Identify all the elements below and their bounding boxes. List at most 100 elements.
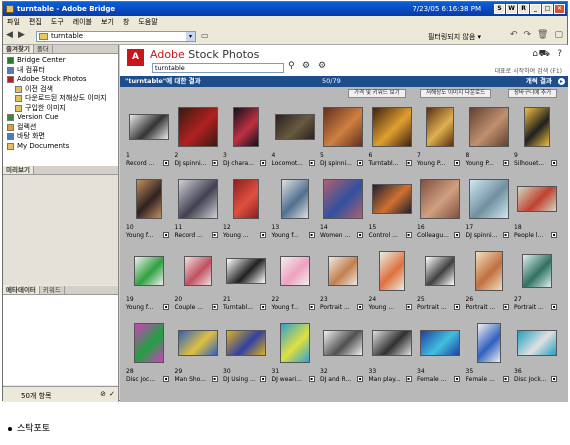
thumbnail-frame[interactable]	[369, 176, 415, 222]
new-folder-icon[interactable]: ▢	[554, 30, 563, 40]
key-r-button[interactable]: R	[518, 4, 529, 14]
thumbnail-item[interactable]: 14 Women ... ▪	[320, 176, 366, 249]
stop-icon[interactable]: ⊘	[100, 390, 106, 398]
menu-item[interactable]: 도구	[51, 17, 64, 27]
thumbnail-frame[interactable]	[466, 176, 512, 222]
keyboard-button[interactable]: W	[506, 4, 517, 14]
thumbnail-frame[interactable]	[417, 320, 463, 366]
thumbnail-item[interactable]: 31 DJ weari... ▪	[272, 320, 318, 393]
thumbnail-image[interactable]	[280, 179, 309, 219]
settings-icon[interactable]: ⚙	[318, 61, 326, 71]
thumbnail-item[interactable]: 21 Turntabl... ▪	[223, 248, 269, 321]
thumbnail-item[interactable]: 6 Turntabl... ▪	[369, 104, 415, 177]
tab-metadata[interactable]: 메타데이터	[3, 286, 40, 294]
thumbnail-frame[interactable]	[466, 104, 512, 150]
back-icon[interactable]: ◀	[6, 30, 13, 41]
thumbnail-image[interactable]	[371, 107, 412, 147]
thumbnail-frame[interactable]	[126, 248, 172, 294]
thumbnail-frame[interactable]	[514, 104, 560, 150]
thumbnail-frame[interactable]	[514, 176, 560, 222]
maximize-button[interactable]: □	[542, 4, 553, 14]
thumbnail-image[interactable]	[476, 323, 501, 363]
stock-search-input[interactable]: turntable	[152, 63, 284, 73]
menu-item[interactable]: 파일	[7, 17, 20, 27]
thumbnail-frame[interactable]	[175, 176, 221, 222]
thumbnail-item[interactable]: 20 Couple ... ▪	[175, 248, 221, 321]
thumbnail-image[interactable]	[517, 330, 557, 356]
thumbnail-image[interactable]	[177, 330, 218, 356]
thumbnail-image[interactable]	[279, 256, 310, 286]
favorite-item[interactable]: 컬렉션	[3, 123, 118, 133]
home-icon[interactable]: ⌂	[532, 49, 538, 59]
thumbnail-image[interactable]	[426, 107, 454, 147]
favorite-item[interactable]: Version Cue	[3, 113, 118, 123]
thumbnail-image[interactable]	[371, 184, 412, 214]
thumbnail-item[interactable]: 33 Man play... ▪	[369, 320, 415, 393]
thumbnail-frame[interactable]	[320, 104, 366, 150]
favorite-item[interactable]: Adobe Stock Photos	[3, 75, 118, 85]
thumbnail-frame[interactable]	[272, 176, 318, 222]
thumbnail-item[interactable]: 23 Portrait ... ▪	[320, 248, 366, 321]
thumbnail-image[interactable]	[226, 330, 266, 356]
thumbnail-image[interactable]	[177, 107, 218, 147]
thumbnail-item[interactable]: 26 Portrait ... ▪	[466, 248, 512, 321]
favorite-item[interactable]: 구입한 이미지	[3, 104, 118, 114]
next-results-link[interactable]: 개씩 결과	[526, 76, 552, 87]
thumbnail-image[interactable]	[233, 179, 259, 219]
thumbnail-frame[interactable]	[223, 176, 269, 222]
next-arrow-icon[interactable]: ▸	[558, 78, 565, 85]
thumbnail-frame[interactable]	[320, 248, 366, 294]
thumbnail-frame[interactable]	[223, 248, 269, 294]
favorite-item[interactable]: 내 컴퓨터	[3, 66, 118, 76]
menu-item[interactable]: 편집	[29, 17, 42, 27]
thumbnail-frame[interactable]	[369, 248, 415, 294]
forward-icon[interactable]: ▶	[18, 30, 25, 41]
thumbnail-item[interactable]: 2 DJ spinni... ▪	[175, 104, 221, 177]
menu-item[interactable]: 레이블	[73, 17, 92, 27]
thumbnail-image[interactable]	[177, 179, 218, 219]
thumbnail-frame[interactable]	[369, 320, 415, 366]
thumbnail-image[interactable]	[425, 256, 455, 286]
trash-icon[interactable]: 🗑	[537, 30, 548, 40]
thumbnail-item[interactable]: 29 Man Sho... ▪	[175, 320, 221, 393]
favorite-item[interactable]: 이전 검색	[3, 85, 118, 95]
thumbnail-item[interactable]: 5 DJ spinni... ▪	[320, 104, 366, 177]
thumbnail-image[interactable]	[134, 323, 164, 363]
view-price-button[interactable]: 가격 및 키워드 보기	[348, 89, 406, 98]
rotate-left-icon[interactable]: ↶	[510, 30, 518, 40]
minimize-button[interactable]: _	[530, 4, 541, 14]
thumbnail-frame[interactable]	[369, 104, 415, 150]
thumbnail-item[interactable]: 32 DJ and R... ▪	[320, 320, 366, 393]
thumbnail-frame[interactable]	[320, 176, 366, 222]
filter-dropdown[interactable]: 필터링되지 않음 ▾	[428, 32, 481, 42]
thumbnail-item[interactable]: 3 DJ chara... ▪	[223, 104, 269, 177]
thumbnail-item[interactable]: 13 Young f... ▪	[272, 176, 318, 249]
thumbnail-image[interactable]	[468, 179, 509, 219]
thumbnail-frame[interactable]	[466, 248, 512, 294]
thumbnail-frame[interactable]	[272, 248, 318, 294]
thumbnail-frame[interactable]	[223, 104, 269, 150]
thumbnail-frame[interactable]	[417, 176, 463, 222]
favorite-item[interactable]: 다운로드된 저해상도 이미지	[3, 94, 118, 104]
thumbnail-image[interactable]	[323, 107, 363, 147]
thumbnail-frame[interactable]	[126, 320, 172, 366]
thumbnail-frame[interactable]	[272, 320, 318, 366]
thumbnail-frame[interactable]	[417, 248, 463, 294]
thumbnail-frame[interactable]	[514, 320, 560, 366]
thumbnail-item[interactable]: 16 Colleagu... ▪	[417, 176, 463, 249]
menu-item[interactable]: 보기	[101, 17, 114, 27]
add-to-cart-button[interactable]: 장바구니에 추가	[508, 89, 558, 98]
thumbnail-frame[interactable]	[175, 320, 221, 366]
thumbnail-frame[interactable]	[514, 248, 560, 294]
thumbnail-image[interactable]	[328, 256, 358, 286]
thumbnail-frame[interactable]	[223, 320, 269, 366]
thumbnail-frame[interactable]	[272, 104, 318, 150]
thumbnail-item[interactable]: 27 Portrait ... ▪	[514, 248, 560, 321]
thumbnail-item[interactable]: 8 Young P... ▪	[466, 104, 512, 177]
thumbnail-item[interactable]: 24 Young ... ▪	[369, 248, 415, 321]
thumbnail-item[interactable]: 7 Young P... ▪	[417, 104, 463, 177]
options-icon[interactable]: ⚙	[302, 61, 310, 71]
thumbnail-frame[interactable]	[126, 176, 172, 222]
help-button[interactable]: S	[494, 4, 505, 14]
thumbnail-image[interactable]	[233, 107, 259, 147]
